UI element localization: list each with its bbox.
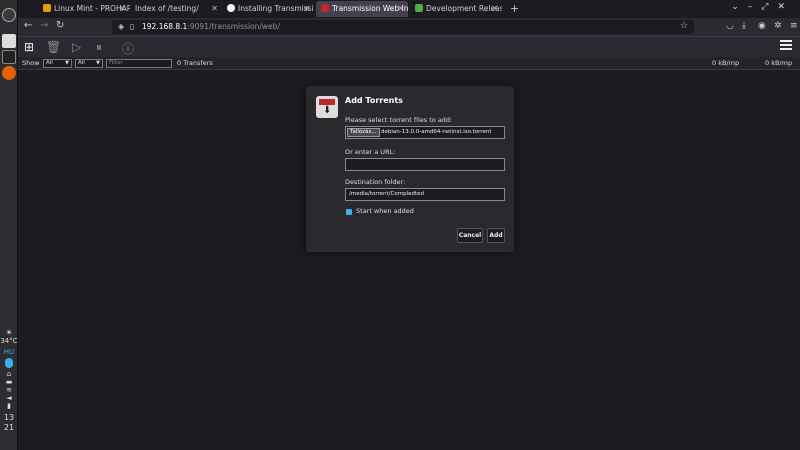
chevron-down-icon: ▼ xyxy=(65,60,69,66)
menu-icon[interactable]: ≡ xyxy=(790,21,798,31)
start-when-added-label: Start when added xyxy=(356,207,414,215)
destination-folder-input[interactable]: /media/torrent/Compledted xyxy=(345,188,505,201)
remove-torrent-icon[interactable]: 🗑 xyxy=(46,40,61,54)
window-controls[interactable]: ⌄–⤢✕ xyxy=(731,2,794,12)
tab-linux-mint[interactable]: Linux Mint - PROHARDVER✕ xyxy=(38,1,130,17)
tab-installing-transmission[interactable]: Installing Transmission✕ xyxy=(222,1,314,17)
url-label: Or enter a URL: xyxy=(345,148,396,156)
close-icon[interactable]: ✕ xyxy=(491,1,498,17)
left-dock: ☀ 34°C HU ⌂ ▬ ≋ ◄ ▮ 13 21 xyxy=(0,0,18,450)
tab-title: Index of /testing/ xyxy=(135,4,199,13)
start-when-added-checkbox[interactable] xyxy=(346,209,352,215)
github-favicon-icon xyxy=(227,4,235,12)
tab-transmission-web[interactable]: Transmission Web Interface✕ xyxy=(316,1,408,17)
new-tab-icon[interactable]: + xyxy=(510,2,519,15)
close-icon[interactable]: ✕ xyxy=(303,1,310,17)
page-info-icon[interactable]: ▯ xyxy=(130,22,134,31)
add-button[interactable]: Add xyxy=(487,228,505,243)
files-label: Please select torrent files to add: xyxy=(345,116,453,124)
clock-minute[interactable]: 21 xyxy=(0,423,18,432)
torrent-url-input[interactable] xyxy=(345,158,505,171)
transmission-toolbar: ⊞ 🗑 ▷ ⏸ ⓘ xyxy=(18,36,800,57)
files-icon[interactable] xyxy=(2,34,16,48)
back-icon[interactable]: ← xyxy=(24,20,32,31)
open-torrent-icon[interactable]: ⊞ xyxy=(24,40,34,54)
url-text: 192.168.8.1:9091/transmission/web/ xyxy=(142,22,280,31)
browse-button[interactable]: Tallózás... xyxy=(347,128,380,137)
upload-speed: 0 kB/mp xyxy=(765,59,793,67)
terminal-icon[interactable] xyxy=(2,50,16,64)
navigation-bar: ← → ↻ ◈ ▯ 192.168.8.1:9091/transmission/… xyxy=(18,18,800,36)
add-torrents-dialog: ⬇ Add Torrents Please select torrent fil… xyxy=(306,86,514,252)
debian-favicon-icon xyxy=(415,4,423,12)
bookmark-star-icon[interactable]: ☆ xyxy=(680,21,688,31)
temperature-text: 34°C xyxy=(0,337,18,345)
close-icon[interactable]: ✕ xyxy=(397,1,404,17)
printer-icon[interactable]: ▬ xyxy=(0,378,18,386)
tab-index-testing[interactable]: Index of /testing/ ✕ xyxy=(130,1,222,17)
dialog-title: Add Torrents xyxy=(345,96,403,105)
tab-development-releases[interactable]: Development Releases✕ xyxy=(410,1,502,17)
torrent-info-icon[interactable]: ⓘ xyxy=(122,40,134,57)
network-icon[interactable]: ⌂ xyxy=(0,370,18,378)
show-label: Show xyxy=(22,59,40,67)
cancel-button[interactable]: Cancel xyxy=(457,228,483,243)
pocket-icon[interactable]: ◡ xyxy=(726,21,734,31)
hamburger-menu-icon[interactable] xyxy=(780,40,792,50)
tracker-filter-select[interactable]: All ▼ xyxy=(75,59,103,68)
start-torrent-icon[interactable]: ▷ xyxy=(72,40,81,54)
clock-hour[interactable]: 13 xyxy=(0,413,18,422)
wifi-icon[interactable]: ≋ xyxy=(0,386,18,394)
selected-file-name: debian-13.0.0-amd64-netinst.iso.torrent xyxy=(381,129,492,135)
close-icon[interactable]: ✕ xyxy=(211,1,218,17)
downloads-icon[interactable]: ⤓ xyxy=(742,21,746,31)
prohardver-favicon-icon xyxy=(43,4,51,12)
close-icon[interactable]: ✕ xyxy=(119,1,126,17)
volume-icon[interactable]: ◄ xyxy=(0,394,18,402)
chevron-down-icon: ▼ xyxy=(96,60,100,66)
file-picker[interactable]: Tallózás... debian-13.0.0-amd64-netinst.… xyxy=(345,126,505,139)
forward-icon[interactable]: → xyxy=(40,20,48,31)
transmission-favicon-icon xyxy=(321,4,329,12)
pause-torrent-icon[interactable]: ⏸ xyxy=(96,40,102,55)
reload-icon[interactable]: ↻ xyxy=(56,20,64,31)
extensions-icon[interactable]: ✲ xyxy=(774,21,782,31)
url-bar[interactable]: ◈ ▯ 192.168.8.1:9091/transmission/web/ ☆ xyxy=(112,20,694,34)
weather-icon: ☀ xyxy=(5,328,13,337)
filter-search-input[interactable]: Filter xyxy=(106,59,172,68)
bluetooth-icon[interactable] xyxy=(5,358,13,368)
shield-icon[interactable]: ◈ xyxy=(118,22,124,31)
destination-label: Destination folder: xyxy=(345,178,406,186)
transfer-count: 0 Transfers xyxy=(177,59,213,67)
battery-icon[interactable]: ▮ xyxy=(0,402,18,410)
account-icon[interactable]: ◉ xyxy=(758,21,766,31)
mint-menu-icon[interactable] xyxy=(2,8,16,22)
filter-bar: Show All ▼ All ▼ Filter 0 Transfers 0 kB/m… xyxy=(18,57,800,70)
tab-strip: Linux Mint - PROHARDVER✕ Index of /testi… xyxy=(18,0,800,18)
transmission-logo-icon: ⬇ xyxy=(316,96,338,118)
status-filter-select[interactable]: All ▼ xyxy=(43,59,72,68)
download-speed: 0 kB/mp xyxy=(712,59,740,67)
keyboard-layout[interactable]: HU xyxy=(0,348,18,356)
firefox-icon[interactable] xyxy=(2,66,16,80)
